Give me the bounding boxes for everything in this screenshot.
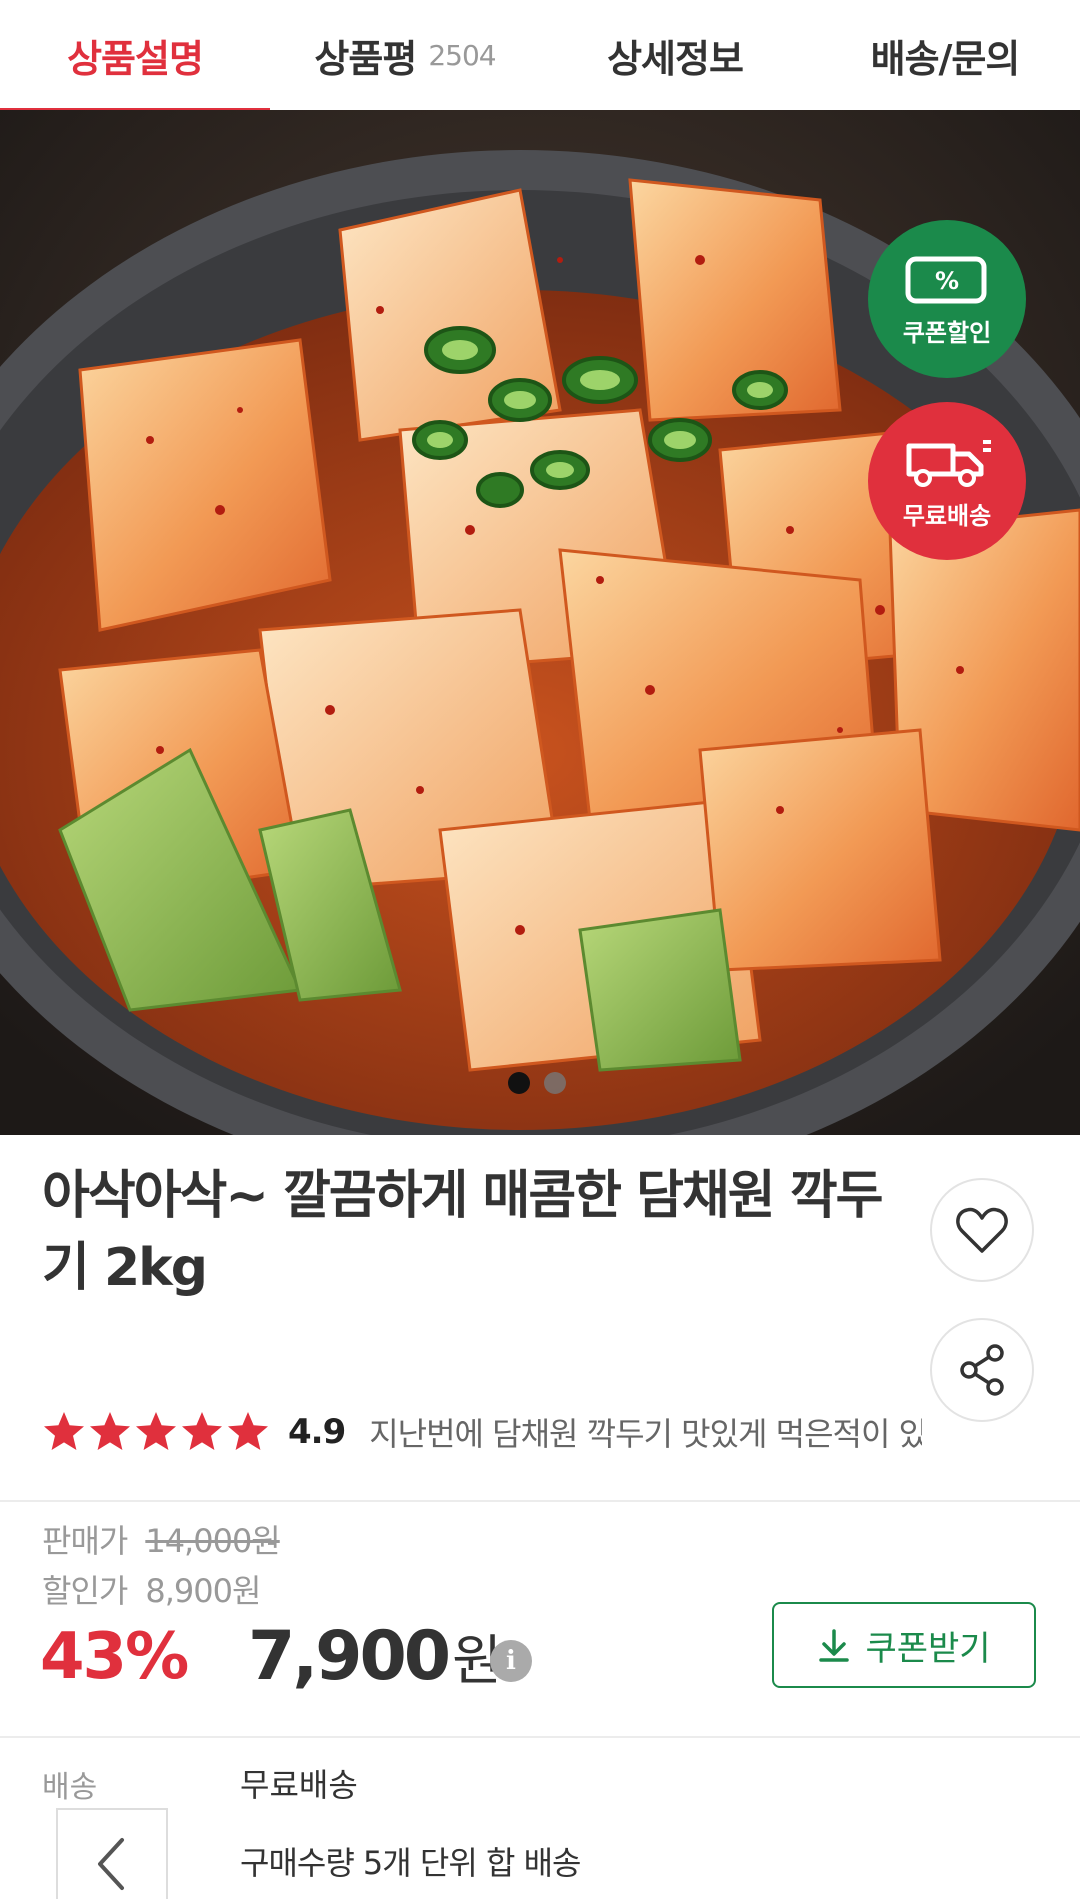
discount-price-label: 할인가	[42, 1572, 128, 1610]
share-icon	[960, 1344, 1004, 1396]
tab-reviews-label: 상품평	[314, 36, 417, 81]
divider	[0, 1736, 1080, 1738]
free-delivery-badge: 무료배송	[868, 402, 1026, 560]
star-icon	[228, 1412, 268, 1450]
rating-stars	[42, 1410, 270, 1454]
carousel-indicator	[508, 1072, 566, 1094]
discount-rate: 43%	[40, 1620, 189, 1694]
star-icon	[90, 1412, 130, 1450]
info-icon[interactable]: i	[490, 1640, 532, 1682]
carousel-dot-1[interactable]	[508, 1072, 530, 1094]
rating-score: 4.9	[288, 1412, 346, 1452]
tab-shipping-inquiry[interactable]: 배송/문의	[810, 0, 1080, 110]
star-icon	[136, 1412, 176, 1450]
delivery-badge-label: 무료배송	[902, 501, 992, 530]
back-button[interactable]	[56, 1808, 168, 1899]
svg-text:%: %	[935, 267, 959, 295]
star-icon	[182, 1412, 222, 1450]
sale-price-row: 판매가 14,000원	[42, 1516, 281, 1562]
tab-description-label: 상품설명	[67, 36, 204, 81]
review-count: 2504	[428, 38, 496, 72]
star-icon	[44, 1412, 84, 1450]
divider	[0, 1500, 1080, 1502]
share-button[interactable]	[930, 1318, 1034, 1422]
tab-reviews[interactable]: 상품평 2504	[270, 0, 540, 110]
wishlist-button[interactable]	[930, 1178, 1034, 1282]
shipping-note: 구매수량 5개 단위 합 배송	[240, 1844, 581, 1882]
discount-price-value: 8,900원	[145, 1572, 261, 1610]
final-price: 7,900원	[248, 1616, 502, 1696]
coupon-discount-badge: % 쿠폰할인	[868, 220, 1026, 378]
tab-shipping-inquiry-label: 배송/문의	[870, 36, 1021, 81]
shipping-label: 배송	[42, 1770, 98, 1805]
tab-bar: 상품설명 상품평 2504 상세정보 배송/문의	[0, 0, 1080, 116]
carousel-dot-2[interactable]	[544, 1072, 566, 1094]
sale-price-value: 14,000원	[145, 1522, 280, 1560]
final-price-amount: 7,900	[248, 1617, 451, 1696]
review-snippet: 지난번에 담채원 깍두기 맛있게 먹은적이 있어	[369, 1415, 922, 1453]
tab-details-label: 상세정보	[607, 36, 744, 81]
download-icon	[819, 1629, 850, 1662]
product-image-carousel[interactable]: % 쿠폰할인 무료배송	[0, 110, 1080, 1135]
truck-icon	[906, 439, 991, 487]
product-title: 아삭아삭~ 깔끔하게 매콤한 담채원 깍두기 2kg	[42, 1166, 883, 1298]
get-coupon-label: 쿠폰받기	[865, 1629, 991, 1668]
get-coupon-button[interactable]: 쿠폰받기	[772, 1602, 1036, 1688]
percent-ticket-icon: %	[905, 256, 987, 303]
coupon-badge-label: 쿠폰할인	[902, 318, 992, 347]
heart-icon	[956, 1207, 1008, 1253]
tab-details[interactable]: 상세정보	[540, 0, 810, 110]
shipping-value: 무료배송	[240, 1766, 358, 1804]
chevron-left-icon	[98, 1838, 124, 1890]
discount-price-row: 할인가 8,900원	[42, 1566, 261, 1612]
tab-description[interactable]: 상품설명	[0, 0, 270, 110]
sale-price-label: 판매가	[42, 1522, 128, 1560]
rating-row[interactable]: 4.9 지난번에 담채원 깍두기 맛있게 먹은적이 있어	[42, 1402, 922, 1462]
